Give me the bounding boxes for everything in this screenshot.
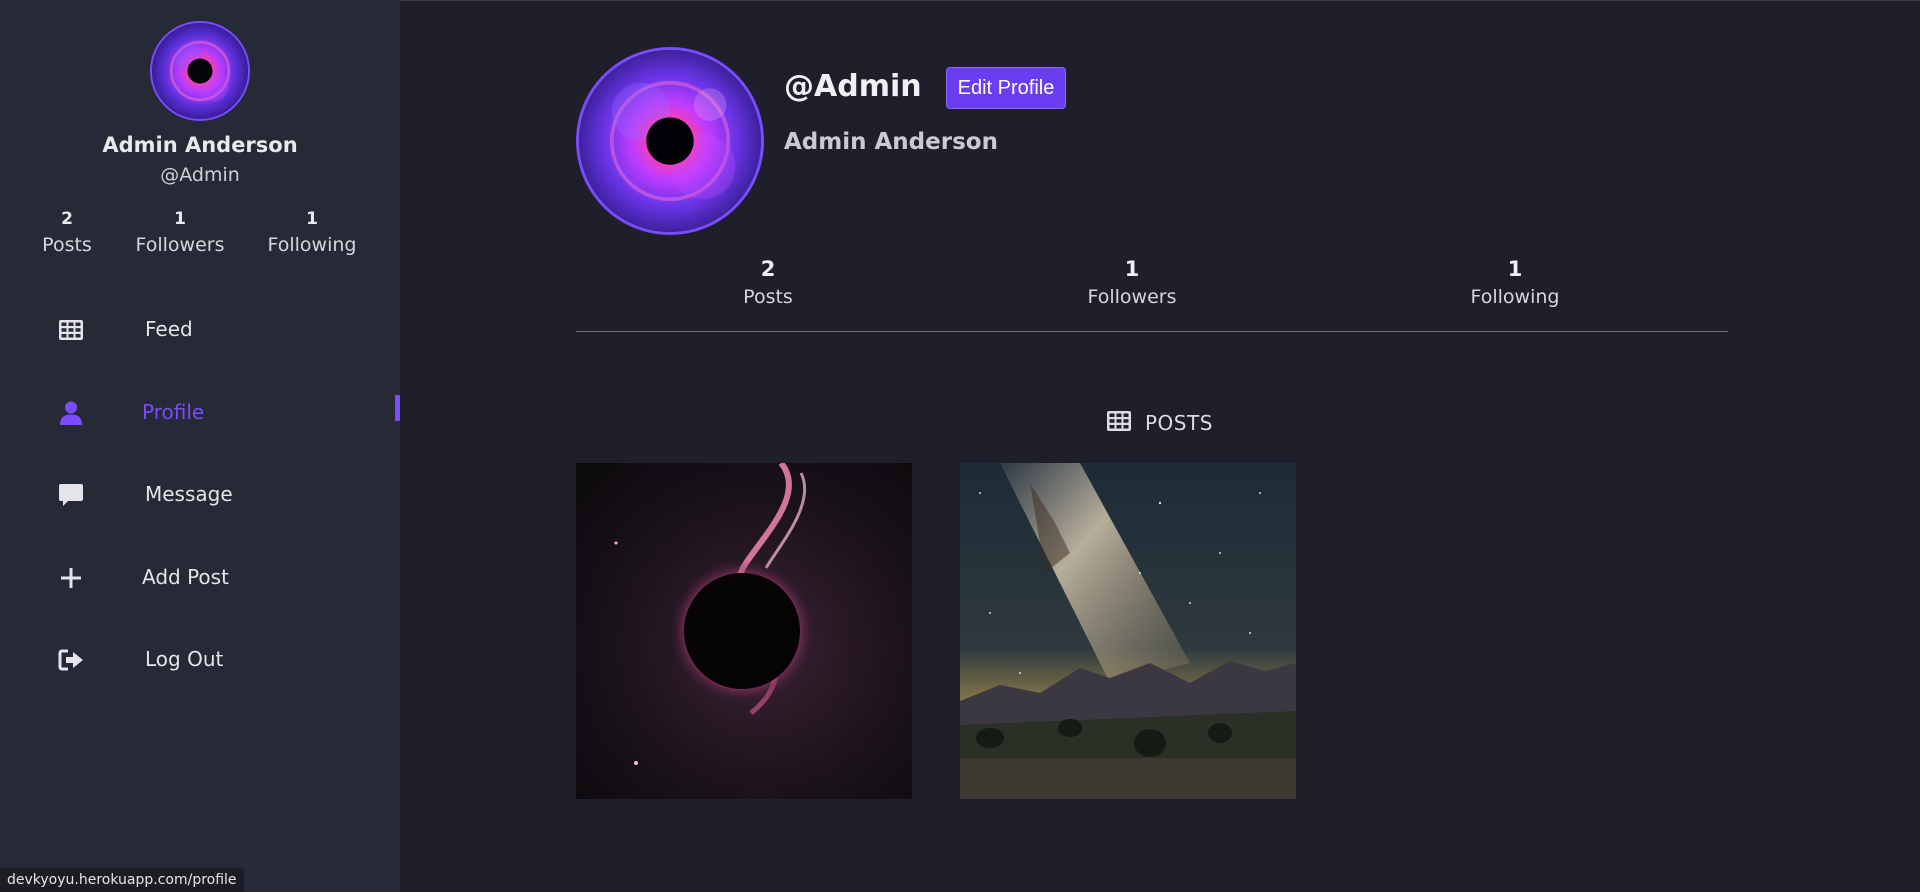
user-icon	[58, 401, 84, 425]
stat-value: 1	[1124, 257, 1140, 281]
nav-item-profile[interactable]: Profile	[0, 385, 400, 441]
avatar-image	[579, 50, 761, 232]
grid-icon	[1107, 411, 1131, 435]
profile-main: @Admin Edit Profile Admin Anderson 2 Pos…	[400, 0, 1920, 892]
grid-icon	[58, 318, 84, 342]
post-thumbnail[interactable]	[960, 463, 1296, 799]
stat-value: 2	[61, 209, 73, 229]
divider	[576, 331, 1728, 332]
profile-full-name: Admin Anderson	[784, 129, 998, 155]
posts-heading: POSTS	[1107, 409, 1213, 437]
profile-stat-followers[interactable]: 1 Followers	[1052, 256, 1212, 312]
nav-label: Message	[145, 482, 233, 506]
stat-label: Posts	[743, 286, 793, 308]
profile-handle: @Admin	[784, 69, 922, 104]
profile-stat-following[interactable]: 1 Following	[1435, 256, 1595, 312]
edit-profile-button[interactable]: Edit Profile	[946, 67, 1066, 109]
nav-item-feed[interactable]: Feed	[0, 302, 400, 358]
nav-item-log-out[interactable]: Log Out	[0, 632, 400, 688]
stat-label: Following	[267, 234, 357, 256]
stat-label: Followers	[135, 234, 225, 256]
stat-value: 1	[174, 209, 186, 229]
sidebar-stat-following[interactable]: 1 Following	[262, 208, 362, 260]
sidebar-user-name: Admin Anderson	[102, 133, 298, 157]
nav-item-message[interactable]: Message	[0, 467, 400, 523]
sidebar-stat-followers[interactable]: 1 Followers	[130, 208, 230, 260]
sidebar-user-handle: @Admin	[160, 164, 240, 186]
status-bar-url: devkyoyu.herokuapp.com/profile	[0, 868, 244, 892]
message-icon	[58, 483, 84, 507]
stat-label: Posts	[42, 234, 92, 256]
stat-value: 1	[1507, 257, 1523, 281]
profile-stat-posts[interactable]: 2 Posts	[688, 256, 848, 312]
post-image-milky-way	[960, 463, 1296, 799]
sidebar-stat-posts[interactable]: 2 Posts	[32, 208, 102, 260]
app: Admin Anderson @Admin 2 Posts 1 Follower…	[0, 0, 1920, 892]
nav-label: Feed	[145, 317, 193, 341]
posts-heading-label: POSTS	[1145, 411, 1213, 435]
logout-icon	[58, 648, 84, 672]
nav-label: Profile	[142, 400, 205, 424]
post-image-black-hole	[576, 463, 912, 799]
nav-label: Log Out	[145, 647, 224, 671]
stat-label: Following	[1470, 286, 1560, 308]
sidebar-avatar[interactable]	[150, 21, 250, 121]
stat-value: 2	[760, 257, 776, 281]
nav-item-add-post[interactable]: Add Post	[0, 550, 400, 606]
nav-label: Add Post	[142, 565, 229, 589]
stat-value: 1	[306, 209, 318, 229]
stat-label: Followers	[1087, 286, 1177, 308]
sidebar: Admin Anderson @Admin 2 Posts 1 Follower…	[0, 0, 400, 892]
post-thumbnail[interactable]	[576, 463, 912, 799]
profile-avatar[interactable]	[576, 47, 764, 235]
avatar-image	[152, 23, 248, 119]
plus-icon	[58, 566, 84, 590]
